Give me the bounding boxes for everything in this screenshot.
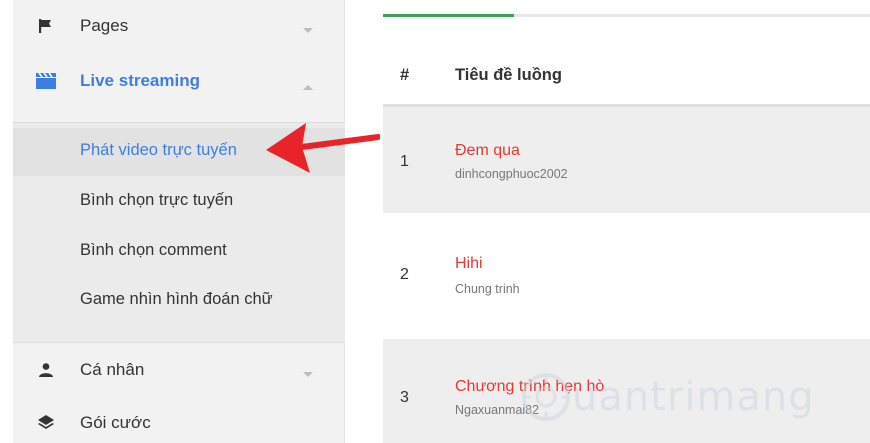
sidebar-item-ca-nhan[interactable]: Cá nhân	[13, 357, 345, 383]
chevron-down-icon	[302, 22, 314, 33]
watermark-text: uantrimang	[572, 374, 815, 420]
chevron-up-icon	[302, 78, 314, 90]
flag-icon	[35, 15, 57, 37]
divider	[13, 342, 345, 343]
sidebar-item-pages[interactable]: Pages	[13, 13, 345, 39]
sidebar: Pages Live streaming Phát video trực tuy…	[13, 0, 345, 443]
column-header-number: #	[400, 66, 410, 84]
submenu-item-phat-video[interactable]: Phát video trực tuyến	[80, 141, 237, 160]
sidebar-item-label: Gói cước	[80, 413, 151, 432]
submenu-item-binh-chon-comment[interactable]: Bình chọn comment	[80, 241, 227, 260]
sidebar-item-goi-cuoc[interactable]: Gói cước	[13, 410, 345, 436]
main-gutter	[345, 0, 383, 443]
table-row[interactable]: 2 Hihi Chung trinh	[383, 213, 870, 339]
stream-owner: dinhcongphuoc2002	[455, 167, 568, 181]
sidebar-item-live-streaming[interactable]: Live streaming	[13, 68, 345, 94]
sidebar-item-label: Live streaming	[80, 71, 200, 90]
column-header-title[interactable]: Tiêu đề luồng	[455, 66, 562, 85]
row-number: 2	[400, 266, 409, 283]
watermark-logo-icon	[522, 373, 570, 421]
chevron-down-icon	[302, 366, 314, 377]
stream-title-link[interactable]: Đem qua	[455, 142, 520, 160]
app-window: Pages Live streaming Phát video trực tuy…	[0, 0, 870, 443]
stream-owner: Chung trinh	[455, 282, 520, 296]
clapperboard-icon	[35, 70, 57, 92]
sidebar-item-label: Pages	[80, 16, 129, 35]
watermark: uantrimang	[520, 371, 815, 423]
submenu-item-binh-chon-truc-tuyen[interactable]: Bình chọn trực tuyến	[80, 191, 233, 210]
table-row[interactable]: 1 Đem qua dinhcongphuoc2002	[383, 107, 870, 213]
sidebar-item-label: Cá nhân	[80, 360, 145, 379]
stream-title-link[interactable]: Hihi	[455, 255, 483, 273]
row-number: 3	[400, 389, 409, 406]
person-icon	[35, 359, 57, 381]
layers-icon	[35, 412, 57, 434]
red-arrow-icon	[266, 123, 380, 173]
submenu-item-game[interactable]: Game nhìn hình đoán chữ	[80, 290, 273, 309]
loading-progress-bar	[383, 14, 514, 17]
row-number: 1	[400, 153, 409, 170]
